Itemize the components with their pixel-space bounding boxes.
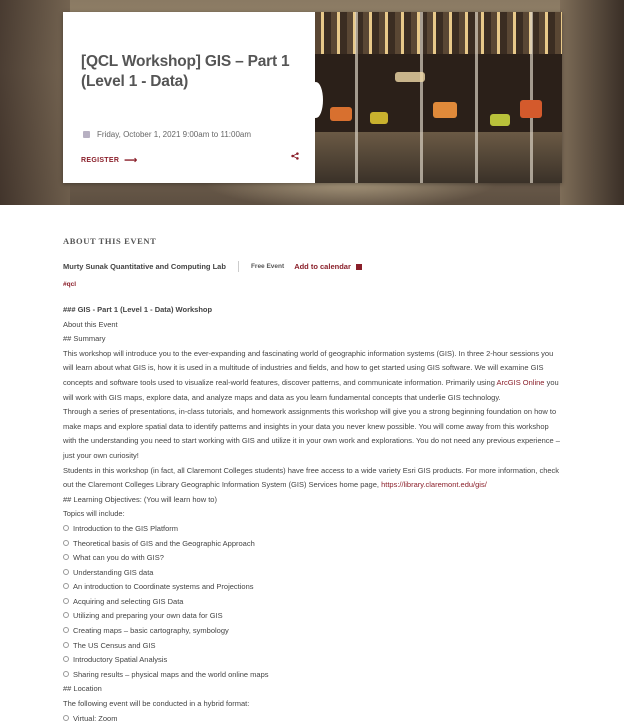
about-line: About this Event: [63, 319, 118, 329]
calendar-icon: [83, 131, 90, 138]
objectives-heading: ## Learning Objectives: (You will learn …: [63, 494, 217, 504]
list-item-text: Creating maps – basic cartography, symbo…: [73, 626, 229, 636]
summary-paragraph: This workshop will introduce you to the …: [63, 347, 563, 405]
summary-heading: ## Summary: [63, 334, 106, 344]
presentations-paragraph: Through a series of presentations, in-cl…: [63, 407, 560, 460]
share-icon-svg: [291, 152, 299, 160]
bullet-icon: [63, 612, 69, 619]
register-button[interactable]: REGISTER ⟶: [81, 155, 137, 166]
list-item-text: Sharing results – physical maps and the …: [73, 669, 269, 679]
list-item-text: An introduction to Coordinate systems an…: [73, 582, 254, 592]
share-icon[interactable]: [291, 152, 299, 162]
photo-glass-pane: [475, 12, 478, 183]
divider: [237, 261, 239, 272]
bullet-icon: [63, 554, 69, 561]
photo-chair: [490, 114, 510, 126]
access-paragraph: Students in this workshop (in fact, all …: [63, 464, 563, 493]
event-date-text: Friday, October 1, 2021 9:00am to 11:00a…: [97, 130, 252, 139]
price-label: Free Event: [250, 263, 285, 270]
add-to-calendar-label: Add to calendar: [294, 262, 351, 271]
summary-text-a: This workshop will introduce you to the …: [63, 348, 554, 387]
list-item: Introduction to the GIS Platform: [63, 522, 563, 537]
list-item: Introductory Spatial Analysis: [63, 653, 563, 668]
photo-notch: [315, 82, 323, 118]
list-item-text: Introductory Spatial Analysis: [73, 655, 168, 665]
bullet-icon: [63, 539, 69, 546]
list-item: Acquiring and selecting GIS Data: [63, 595, 563, 610]
list-item: The US Census and GIS: [63, 639, 563, 654]
bullet-icon: [63, 627, 69, 634]
event-photo: [315, 12, 562, 183]
list-item: What can you do with GIS?: [63, 551, 563, 566]
bullet-icon: [63, 583, 69, 590]
list-item-text: The US Census and GIS: [73, 640, 156, 650]
event-tag[interactable]: #qcl: [63, 281, 563, 288]
topics-list: Introduction to the GIS Platform Theoreti…: [63, 522, 563, 683]
list-item-text: Theoretical basis of GIS and the Geograp…: [73, 538, 255, 548]
list-item: Sharing results – physical maps and the …: [63, 668, 563, 683]
gis-services-link[interactable]: https://library.claremont.edu/gis/: [381, 480, 487, 489]
photo-glass-pane: [530, 12, 533, 183]
photo-light: [395, 72, 425, 82]
location-text: The following event will be conducted in…: [63, 699, 250, 709]
photo-chair: [370, 112, 388, 124]
photo-ceiling: [315, 12, 562, 54]
location-heading: ## Location: [63, 684, 102, 694]
bullet-icon: [63, 641, 69, 648]
register-label: REGISTER: [81, 157, 120, 164]
list-item-text: Utilizing and preparing your own data fo…: [73, 611, 223, 621]
hero-background-right: [560, 0, 624, 205]
bullet-icon: [63, 656, 69, 663]
topics-intro: Topics will include:: [63, 509, 125, 519]
photo-chair: [520, 100, 542, 118]
bullet-icon: [63, 568, 69, 575]
list-item-text: Acquiring and selecting GIS Data: [73, 596, 184, 606]
about-heading: ABOUT THIS EVENT: [63, 236, 157, 246]
event-date: Friday, October 1, 2021 9:00am to 11:00a…: [83, 130, 251, 139]
list-item: Virtual: Zoom: [63, 712, 563, 727]
photo-glass-pane: [420, 12, 423, 183]
event-card: [QCL Workshop] GIS – Part 1 (Level 1 - D…: [63, 12, 562, 183]
bullet-icon: [63, 597, 69, 604]
bullet-icon: [63, 714, 69, 721]
hero-banner: [QCL Workshop] GIS – Part 1 (Level 1 - D…: [0, 0, 624, 205]
location-list: Virtual: Zoom: [63, 712, 563, 727]
calendar-icon: [355, 263, 362, 270]
add-to-calendar-button[interactable]: Add to calendar: [294, 262, 362, 271]
list-item: Utilizing and preparing your own data fo…: [63, 609, 563, 624]
event-title: [QCL Workshop] GIS – Part 1 (Level 1 - D…: [81, 53, 290, 90]
workshop-heading: ### GIS - Part 1 (Level 1 - Data) Worksh…: [63, 305, 213, 314]
list-item-text: Virtual: Zoom: [73, 713, 118, 723]
photo-chair: [433, 102, 457, 118]
arcgis-online-link[interactable]: ArcGIS Online: [497, 378, 545, 387]
photo-chair: [330, 107, 352, 121]
bullet-icon: [63, 670, 69, 677]
list-item: Understanding GIS data: [63, 566, 563, 581]
list-item-text: What can you do with GIS?: [73, 553, 164, 563]
event-description: ### GIS - Part 1 (Level 1 - Data) Worksh…: [63, 303, 563, 726]
list-item: Creating maps – basic cartography, symbo…: [63, 624, 563, 639]
event-meta: Murty Sunak Quantitative and Computing L…: [63, 261, 563, 272]
list-item-text: Introduction to the GIS Platform: [73, 523, 179, 533]
list-item: Theoretical basis of GIS and the Geograp…: [63, 537, 563, 552]
organizer-name: Murty Sunak Quantitative and Computing L…: [63, 262, 226, 271]
arrow-right-icon: ⟶: [124, 155, 138, 165]
hero-background-left: [0, 0, 70, 205]
list-item: An introduction to Coordinate systems an…: [63, 580, 563, 595]
photo-floor: [315, 132, 562, 183]
bullet-icon: [63, 524, 69, 531]
photo-glass-pane: [355, 12, 358, 183]
list-item-text: Understanding GIS data: [73, 567, 154, 577]
